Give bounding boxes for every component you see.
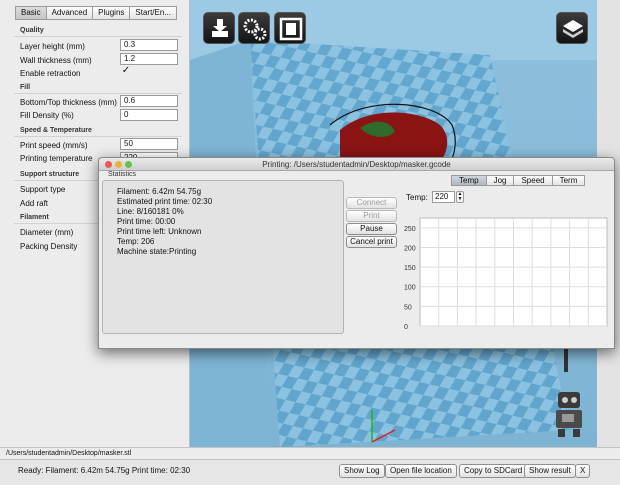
statistics-label: Statistics [106,171,139,178]
temp-label: Temp: [406,193,428,202]
minimize-window-button[interactable] [115,161,122,168]
printing-window: Printing: /Users/studentadmin/Desktop/ma… [98,157,615,349]
stat-filament: Filament: 6.42m 54.75g [117,187,202,196]
print-button[interactable] [274,12,306,44]
layer-height-input[interactable]: 0.3 [120,39,178,51]
graph-tick-label: 50 [404,304,412,311]
bottom-status-bar: Ready: Filament: 6.42m 54.75g Print time… [0,459,620,485]
stat-estimated-time: Estimated print time: 02:30 [117,197,213,206]
zoom-window-button[interactable] [125,161,132,168]
bottom-top-thickness-input[interactable]: 0.6 [120,95,178,107]
load-model-icon [212,19,228,37]
statistics-box: Filament: 6.42m 54.75g Estimated print t… [102,180,344,334]
view-mode-button[interactable] [556,12,588,44]
print-start-button[interactable]: Print [346,210,397,222]
close-result-button[interactable]: X [575,464,591,478]
section-support: Support structure [20,171,80,178]
copy-to-sdcard-button[interactable]: Copy to SDCard [459,464,528,478]
cancel-print-button[interactable]: Cancel print [346,236,397,248]
tab-speed[interactable]: Speed [513,175,552,186]
graph-tick-label: 200 [404,245,416,252]
support-type-label: Support type [20,185,66,194]
wall-thickness-input[interactable]: 1.2 [120,53,178,65]
diameter-label: Diameter (mm) [20,228,74,237]
stat-machine-state: Machine state:Printing [117,247,197,256]
divider [14,136,182,137]
print-icon [279,17,303,41]
pause-button[interactable]: Pause [346,223,397,235]
bottom-top-thickness-label: Bottom/Top thickness (mm) [20,98,117,107]
connect-button[interactable]: Connect [346,197,397,209]
fill-density-label: Fill Density (%) [20,111,74,120]
temp-stepper[interactable]: ▲ ▼ [456,191,464,203]
divider [14,36,182,37]
layer-height-label: Layer height (mm) [20,42,85,51]
tab-temp[interactable]: Temp [451,175,486,186]
printing-window-titlebar[interactable]: Printing: /Users/studentadmin/Desktop/ma… [99,158,614,171]
packing-density-label: Packing Density [20,242,78,251]
print-speed-label: Print speed (mm/s) [20,141,88,150]
fill-density-input[interactable]: 0 [120,109,178,121]
wall-thickness-label: Wall thickness (mm) [20,56,92,65]
show-result-button[interactable]: Show result [524,464,576,478]
stat-line: Line: 8/160181 0% [117,207,184,216]
settings-button[interactable] [238,12,270,44]
graph-tick-label: 250 [404,226,416,233]
tab-term[interactable]: Term [551,175,586,186]
section-fill: Fill [20,84,31,91]
section-speed-temperature: Speed & Temperature [20,127,92,134]
enable-retraction-checkbox[interactable]: ✓ [121,66,131,76]
stat-time-left: Print time left: Unknown [117,227,202,236]
section-filament: Filament [20,214,49,221]
stat-print-time: Print time: 00:00 [117,217,176,226]
settings-tabs: Basic Advanced Plugins Start/En... [15,6,177,20]
tab-jog[interactable]: Jog [485,175,514,186]
robot-logo [556,392,582,437]
printing-temperature-label: Printing temperature [20,154,93,163]
temperature-graph: 250 200 150 100 50 0 [404,217,608,330]
divider [14,93,182,94]
print-speed-input[interactable]: 50 [120,138,178,150]
view-mode-icon [563,20,583,38]
show-log-button[interactable]: Show Log [339,464,385,478]
graph-tick-label: 0 [404,324,408,330]
stat-temp: Temp: 206 [117,237,155,246]
printing-window-title: Printing: /Users/studentadmin/Desktop/ma… [262,160,451,169]
file-path: /Users/studentadmin/Desktop/masker.stl [0,447,620,459]
tab-basic[interactable]: Basic [15,6,46,20]
temp-input[interactable]: 220 [432,191,455,203]
add-raft-label: Add raft [20,199,49,208]
open-file-location-button[interactable]: Open file location [385,464,457,478]
graph-tick-label: 150 [404,265,416,272]
graph-tabs: Temp Jog Speed Term [451,175,586,186]
enable-retraction-label: Enable retraction [20,69,81,78]
tab-advanced[interactable]: Advanced [45,6,93,20]
graph-tick-label: 100 [404,285,416,292]
settings-gears-icon [243,18,267,41]
tab-start-end[interactable]: Start/En... [129,6,177,20]
status-text: Ready: Filament: 6.42m 54.75g Print time… [18,466,191,475]
tab-plugins[interactable]: Plugins [92,6,130,20]
load-model-button[interactable] [203,12,235,44]
section-quality: Quality [20,27,44,34]
close-window-button[interactable] [105,161,112,168]
